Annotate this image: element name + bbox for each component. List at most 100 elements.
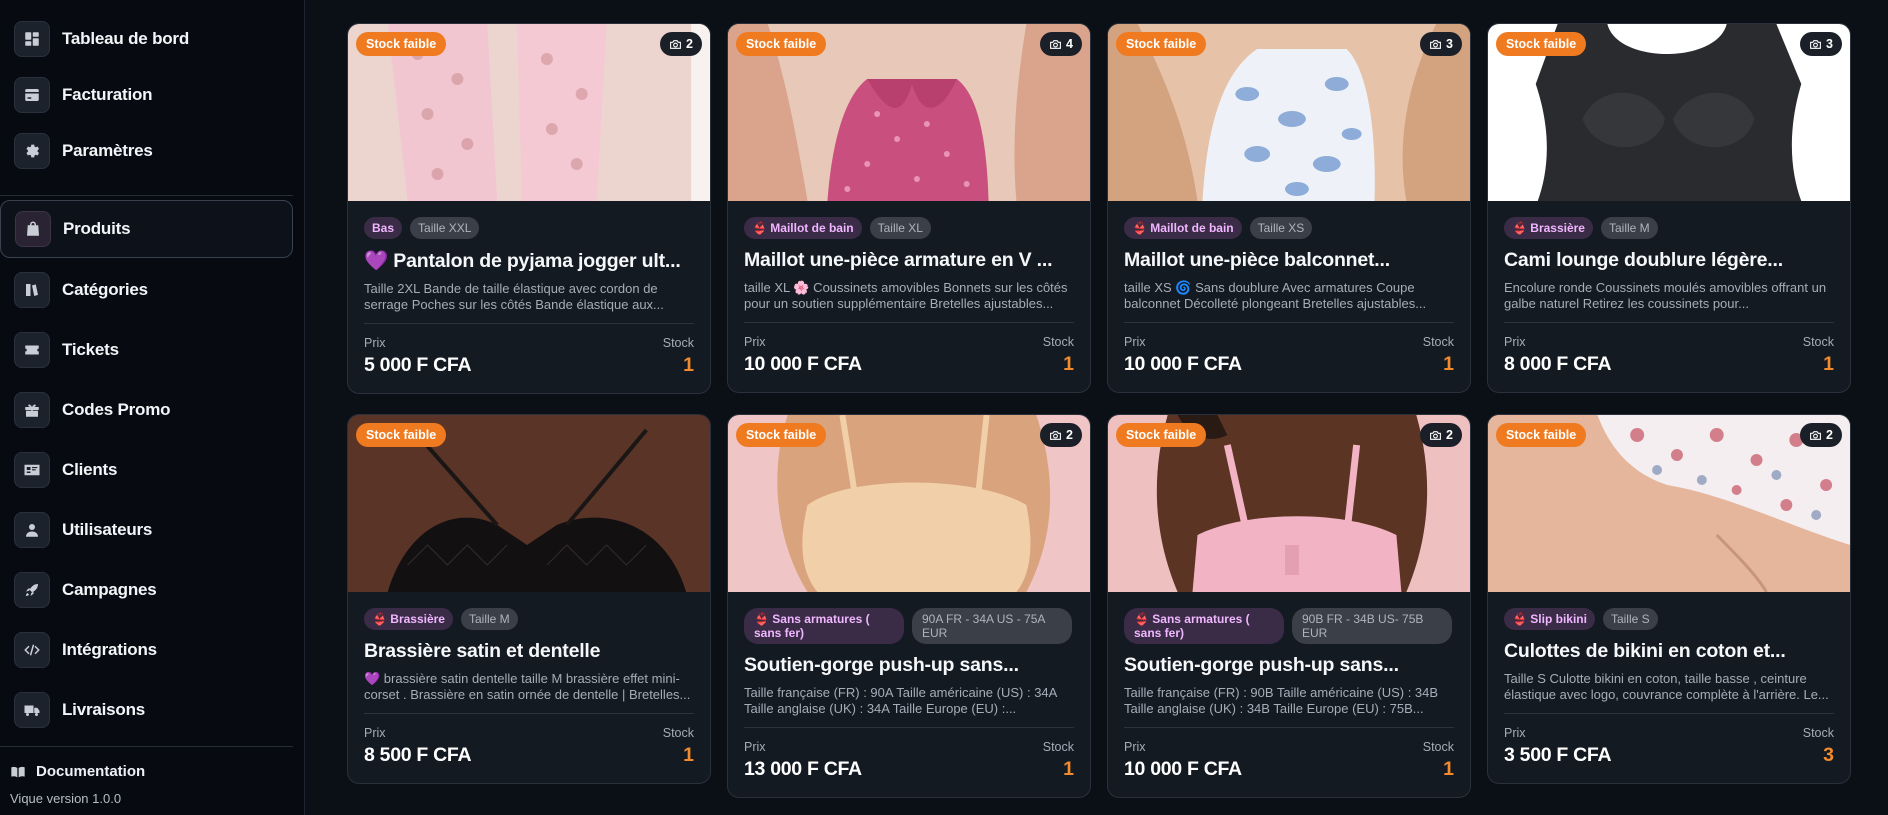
photo-count: 2 [1446, 428, 1453, 442]
low-stock-badge: Stock faible [736, 32, 827, 56]
card-divider [364, 323, 694, 324]
product-card[interactable]: Stock faible 2 👙 Sans armatures ( sans f… [1107, 414, 1471, 798]
rocket-icon [14, 572, 50, 608]
sidebar-item-label: Campagnes [62, 580, 157, 599]
product-stock: 3 [1823, 744, 1834, 766]
low-stock-badge: Stock faible [356, 32, 447, 56]
product-card[interactable]: Stock faible 3 👙 Brassière Taille M Cami… [1487, 23, 1851, 393]
sidebar-item-label: Clients [62, 460, 118, 479]
stock-label: Stock [1802, 335, 1834, 349]
product-price: 10 000 F CFA [1124, 758, 1242, 780]
photo-count-badge: 3 [1800, 32, 1842, 56]
sidebar-item-products[interactable]: Produits [0, 200, 293, 258]
sidebar-item-label: Tableau de bord [62, 29, 190, 48]
product-title: Cami lounge doublure légère... [1504, 249, 1783, 271]
product-card[interactable]: Stock faible 4 👙 Maillot de bain Taille … [727, 23, 1091, 393]
size-tag: Taille S [1602, 608, 1658, 630]
camera-icon [1050, 430, 1061, 440]
sidebar-item-label: Intégrations [62, 640, 157, 659]
sidebar-item-billing[interactable]: Facturation [0, 66, 293, 124]
photo-count: 2 [686, 37, 693, 51]
price-label: Prix [1504, 335, 1526, 349]
sidebar-item-campaigns[interactable]: Campagnes [0, 561, 293, 619]
low-stock-badge: Stock faible [1116, 423, 1207, 447]
low-stock-badge: Stock faible [1496, 423, 1587, 447]
product-stock: 1 [683, 354, 694, 376]
product-title: 💜 Pantalon de pyjama jogger ult... [364, 250, 681, 272]
credit-card-icon [14, 77, 50, 113]
category-tag: 👙 Sans armatures ( sans fer) [744, 608, 904, 644]
product-title: Maillot une-pièce armature en V ... [744, 249, 1053, 271]
camera-icon [1810, 39, 1821, 49]
category-tag: 👙 Maillot de bain [1124, 217, 1242, 239]
product-description: taille XS 🌀 Sans doublure Avec armatures… [1124, 280, 1427, 311]
sidebar-item-integrations[interactable]: Intégrations [0, 621, 293, 679]
stock-label: Stock [1042, 335, 1074, 349]
photo-count-badge: 2 [1420, 423, 1462, 447]
product-description: Taille française (FR) : 90A Taille améri… [744, 685, 1057, 716]
sidebar-item-users[interactable]: Utilisateurs [0, 501, 293, 559]
sidebar-item-label: Utilisateurs [62, 520, 153, 539]
photo-count: 2 [1066, 428, 1073, 442]
stock-label: Stock [662, 726, 694, 740]
product-card[interactable]: Stock faible 👙 Brassière Taille M Brassi… [347, 414, 711, 784]
low-stock-badge: Stock faible [356, 423, 447, 447]
camera-icon [1050, 39, 1061, 49]
sidebar-item-settings[interactable]: Paramètres [0, 122, 293, 180]
product-card[interactable]: Stock faible 2 👙 Sans armatures ( sans f… [727, 414, 1091, 798]
sidebar-divider [0, 746, 293, 747]
photo-count: 4 [1066, 37, 1073, 51]
sidebar-item-promo-codes[interactable]: Codes Promo [0, 381, 293, 439]
product-title: Culottes de bikini en coton et... [1504, 640, 1786, 662]
sidebar-item-deliveries[interactable]: Livraisons [0, 681, 293, 739]
card-divider [1504, 713, 1834, 714]
category-tag: 👙 Sans armatures ( sans fer) [1124, 608, 1284, 644]
low-stock-badge: Stock faible [736, 423, 827, 447]
sidebar-divider [0, 195, 293, 196]
price-label: Prix [1124, 335, 1146, 349]
photo-count-badge: 4 [1040, 32, 1082, 56]
product-description: Taille 2XL Bande de taille élastique ave… [364, 281, 664, 312]
sidebar-item-clients[interactable]: Clients [0, 441, 293, 499]
size-tag: Taille M [460, 608, 518, 630]
sidebar: Tableau de bord Facturation Paramètres P… [0, 0, 305, 815]
gift-icon [14, 392, 50, 428]
category-tag: 👙 Slip bikini [1504, 608, 1595, 630]
product-title: Brassière satin et dentelle [364, 640, 601, 662]
product-image: Stock faible 3 [1488, 24, 1850, 201]
product-card[interactable]: Stock faible 3 👙 Maillot de bain Taille … [1107, 23, 1471, 393]
product-card[interactable]: Stock faible 2 Bas Taille XXL 💜 Pantalon… [347, 23, 711, 394]
sidebar-item-label: Produits [63, 219, 131, 238]
sidebar-item-tickets[interactable]: Tickets [0, 321, 293, 379]
product-stock: 1 [1823, 353, 1834, 375]
camera-icon [1430, 430, 1441, 440]
gear-icon [14, 133, 50, 169]
product-card[interactable]: Stock faible 2 👙 Slip bikini Taille S Cu… [1487, 414, 1851, 784]
category-tag: Bas [364, 217, 403, 239]
product-description: 💜 brassière satin dentelle taille M bras… [364, 671, 691, 702]
price-label: Prix [364, 336, 386, 350]
photo-count: 2 [1826, 428, 1833, 442]
category-tag: 👙 Maillot de bain [744, 217, 862, 239]
price-label: Prix [1124, 740, 1146, 754]
size-tag: Taille XS [1249, 217, 1313, 239]
documentation-link[interactable]: Documentation [10, 763, 145, 780]
card-divider [744, 727, 1074, 728]
low-stock-badge: Stock faible [1116, 32, 1207, 56]
card-divider [1124, 322, 1454, 323]
product-stock: 1 [1443, 758, 1454, 780]
card-divider [1504, 322, 1834, 323]
product-image: Stock faible 4 [728, 24, 1090, 201]
sidebar-item-dashboard[interactable]: Tableau de bord [0, 10, 293, 68]
book-icon [11, 766, 25, 777]
camera-icon [1810, 430, 1821, 440]
product-image: Stock faible 2 [348, 24, 710, 201]
stock-label: Stock [1042, 740, 1074, 754]
size-tag: Taille XL [869, 217, 931, 239]
app-version: Vique version 1.0.0 [10, 791, 122, 806]
sidebar-item-categories[interactable]: Catégories [0, 261, 293, 319]
product-image: Stock faible 2 [728, 415, 1090, 592]
product-image: Stock faible 2 [1108, 415, 1470, 592]
sidebar-item-label: Paramètres [62, 141, 153, 160]
product-price: 13 000 F CFA [744, 758, 862, 780]
